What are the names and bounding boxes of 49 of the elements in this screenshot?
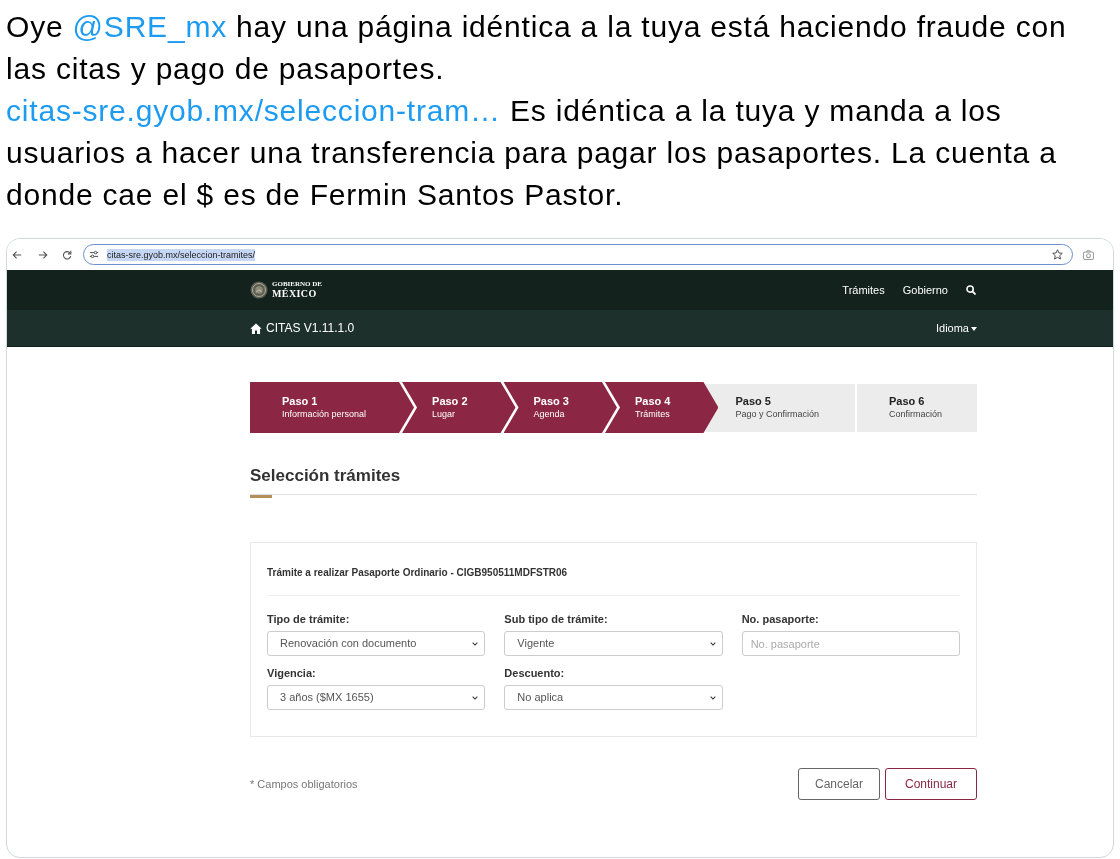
field-label: Tipo de trámite:	[267, 612, 351, 626]
dropdown[interactable]: 3 años ($MX 1655)	[267, 685, 486, 710]
text-field[interactable]: No. pasaporte	[741, 631, 960, 656]
home-icon	[250, 322, 262, 334]
required-note: * Campos obligatorios	[250, 776, 358, 792]
field-label: No. pasaporte:	[741, 612, 820, 626]
nav-link[interactable]: Gobierno	[902, 281, 948, 299]
form-heading: Trámite a realizar Pasaporte Ordinario - CIGB950511MDFSTR06	[267, 566, 569, 580]
back-arrow-icon[interactable]	[12, 249, 22, 260]
step-title: Paso 4	[635, 394, 671, 408]
caret-icon	[971, 327, 977, 331]
tweet-text: Oye @SRE_mx hay una página idéntica a la tuya está haciendo fraude con las citas y pago de pasaportes.	[6, 9, 1068, 87]
tweet-text: citas-sre.gyob.mx/seleccion-tram… Es idéntica a la tuya y manda a los usuarios a hacer una transferencia para pagar los pasaportes. La cuenta a donde cae el $ es de Fermin Santos Pastor.	[6, 93, 1058, 213]
dropdown[interactable]: Renovación con documento	[267, 631, 486, 656]
address-bar[interactable]: citas-sre.gyob.mx/seleccion-tramites/	[83, 244, 1073, 265]
app-title-link[interactable]: CITAS V1.11.1.0	[250, 319, 355, 337]
cancel-button[interactable]: Cancelar	[798, 768, 880, 800]
star-icon[interactable]	[1052, 249, 1063, 260]
step-title: Paso 1	[282, 394, 319, 408]
language-menu[interactable]: Idioma	[935, 319, 977, 337]
chevron-down-icon	[709, 695, 716, 700]
step-caption: Lugar	[432, 407, 457, 421]
chevron-down-icon	[472, 641, 479, 646]
step-title: Paso 2	[432, 394, 468, 408]
step-caption: Trámites	[635, 407, 671, 421]
search-icon[interactable]	[966, 285, 976, 295]
step-caption: Agenda	[533, 407, 566, 421]
chevron-down-icon	[472, 695, 479, 700]
section-title: Selección trámites	[250, 466, 402, 486]
emblem-icon	[250, 281, 268, 299]
field-label: Descuento:	[504, 666, 566, 680]
dropdown[interactable]: Vigente	[504, 631, 723, 656]
step-caption: Confirmación	[889, 408, 944, 421]
step-title: Paso 5	[735, 395, 772, 408]
nav-link[interactable]: Trámites	[842, 281, 885, 299]
camera-icon[interactable]	[1083, 249, 1094, 260]
step-title: Paso 6	[889, 395, 926, 408]
reload-icon[interactable]	[62, 249, 72, 260]
site-settings-icon[interactable]	[89, 250, 99, 259]
step-title: Paso 3	[533, 394, 569, 408]
dropdown[interactable]: No aplica	[504, 685, 723, 710]
field-label: Sub tipo de trámite:	[504, 612, 609, 626]
step-caption: Pago y Confirmación	[735, 408, 819, 421]
continue-button[interactable]: Continuar	[885, 768, 977, 800]
step-caption: Información personal	[282, 407, 367, 421]
field-label: Vigencia:	[267, 666, 317, 680]
chevron-down-icon	[709, 641, 716, 646]
logo-text: MÉXICO	[272, 288, 317, 300]
forward-arrow-icon[interactable]	[38, 249, 48, 260]
